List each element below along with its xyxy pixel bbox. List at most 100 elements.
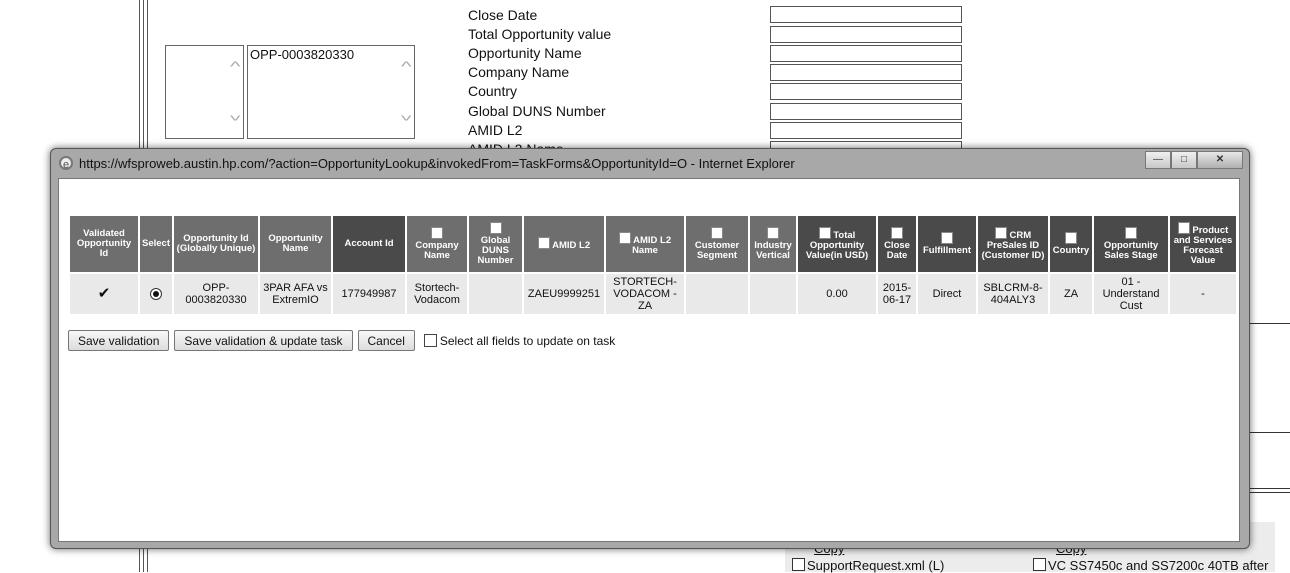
field-label: Close Date <box>468 7 538 23</box>
source-listbox[interactable]: ^ ^ <box>165 45 244 139</box>
header-label: AMID L2 <box>552 240 591 251</box>
opportunity-name-cell: 3PAR AFA vs ExtremIO <box>260 274 331 314</box>
select-all-checkbox[interactable] <box>423 334 437 347</box>
company-name-cell: Stortech-Vodacom <box>407 274 467 314</box>
amid-l2-cell: ZAEU9999251 <box>524 274 604 314</box>
attachment-item[interactable]: VC SS7450c and SS7200c 40TB after <box>1033 558 1268 573</box>
header-amid-l2[interactable]: AMID L2 <box>524 216 604 272</box>
amid-l2-name-cell: STORTECH-VODACOM - ZA <box>606 274 684 314</box>
header-label: Total Opportunity Value(in USD) <box>805 230 869 261</box>
table-header-row: Validated Opportunity Id Select Opportun… <box>70 216 1236 272</box>
field-label: Total Opportunity value <box>468 26 612 42</box>
divider <box>1248 488 1290 489</box>
cancel-button[interactable]: Cancel <box>357 330 415 351</box>
select-radio[interactable] <box>150 288 162 301</box>
save-and-update-button[interactable]: Save validation & update task <box>174 330 353 351</box>
selected-opportunity[interactable]: OPP-0003820330 <box>250 47 354 62</box>
minimize-icon[interactable]: — <box>1145 151 1171 169</box>
select-all-label[interactable]: Select all fields to update on task <box>440 334 615 348</box>
header-forecast-value[interactable]: Product and Services Forecast Value <box>1170 216 1236 272</box>
header-label: CRM PreSales ID (Customer ID) <box>981 230 1045 261</box>
field-label: Company Name <box>468 64 570 80</box>
country-cell: ZA <box>1050 274 1092 314</box>
segment-cell <box>686 274 748 314</box>
country-field[interactable] <box>770 83 962 100</box>
sales-stage-checkbox[interactable] <box>1125 227 1137 239</box>
attachment-checkbox[interactable] <box>792 558 805 571</box>
total-value-field[interactable] <box>770 26 962 43</box>
header-global-duns[interactable]: Global DUNS Number <box>469 216 522 272</box>
attachment-name: SupportRequest.xml (L) <box>807 558 945 573</box>
divider <box>1248 323 1290 324</box>
header-label: Country <box>1052 245 1090 256</box>
table-row: ✔ OPP-0003820330 3PAR AFA vs ExtremIO 17… <box>70 274 1236 314</box>
country-checkbox[interactable] <box>1065 232 1077 244</box>
vertical-checkbox[interactable] <box>767 227 779 239</box>
vertical-cell <box>750 274 796 314</box>
attachment-checkbox[interactable] <box>1033 558 1046 571</box>
selected-listbox[interactable]: OPP-0003820330 ^ ^ <box>247 45 415 139</box>
fulfillment-checkbox[interactable] <box>941 232 953 244</box>
window-titlebar[interactable]: e https://wfsproweb.austin.hp.com/?actio… <box>51 149 1249 177</box>
crm-id-checkbox[interactable] <box>994 227 1007 239</box>
header-close-date[interactable]: Close Date <box>878 216 916 272</box>
opportunity-table: Validated Opportunity Id Select Opportun… <box>68 214 1238 316</box>
company-name-field[interactable] <box>770 64 962 81</box>
header-industry-vertical[interactable]: Industry Vertical <box>750 216 796 272</box>
header-select: Select <box>140 216 172 272</box>
header-fulfillment[interactable]: Fulfillment <box>918 216 976 272</box>
company-name-checkbox[interactable] <box>431 227 443 239</box>
duns-field[interactable] <box>770 103 962 120</box>
action-bar: Save validation Save validation & update… <box>68 330 615 351</box>
maximize-icon[interactable]: □ <box>1171 151 1197 169</box>
close-date-field[interactable] <box>770 6 962 23</box>
total-value-checkbox[interactable] <box>818 227 831 239</box>
header-customer-segment[interactable]: Customer Segment <box>686 216 748 272</box>
scroll-up-icon[interactable]: ^ <box>230 58 241 74</box>
duns-checkbox[interactable] <box>489 222 502 234</box>
header-crm-presales-id[interactable]: CRM PreSales ID (Customer ID) <box>978 216 1048 272</box>
sales-stage-cell: 01 - Understand Cust <box>1094 274 1168 314</box>
select-cell[interactable] <box>140 274 172 314</box>
header-company-name[interactable]: Company Name <box>407 216 467 272</box>
field-label: Country <box>468 83 518 99</box>
lookup-popup-window: e https://wfsproweb.austin.hp.com/?actio… <box>50 148 1250 549</box>
amid-l2-field[interactable] <box>770 122 962 139</box>
header-amid-l2-name[interactable]: AMID L2 Name <box>606 216 684 272</box>
window-content: Validated Opportunity Id Select Opportun… <box>58 178 1240 542</box>
field-label: Global DUNS Number <box>468 103 606 119</box>
header-validated-id: Validated Opportunity Id <box>70 216 138 272</box>
opportunity-name-field[interactable] <box>770 45 962 62</box>
account-id-cell: 177949987 <box>333 274 405 314</box>
amid-l2-name-checkbox[interactable] <box>618 232 631 244</box>
header-total-value[interactable]: Total Opportunity Value(in USD) <box>798 216 876 272</box>
opportunity-id-cell: OPP-0003820330 <box>174 274 258 314</box>
save-validation-button[interactable]: Save validation <box>68 330 170 351</box>
attachment-name: VC SS7450c and SS7200c 40TB after <box>1048 558 1269 573</box>
close-date-cell: 2015-06-17 <box>878 274 916 314</box>
scroll-down-icon[interactable]: ^ <box>401 108 412 124</box>
divider <box>1248 432 1290 433</box>
close-icon[interactable]: ✕ <box>1197 151 1243 169</box>
scroll-up-icon[interactable]: ^ <box>401 58 412 74</box>
forecast-checkbox[interactable] <box>1177 222 1190 234</box>
scroll-down-icon[interactable]: ^ <box>230 108 241 124</box>
header-opportunity-id: Opportunity Id (Globally Unique) <box>174 216 258 272</box>
header-label: Close Date <box>884 240 910 261</box>
amid-l2-checkbox[interactable] <box>537 237 550 249</box>
header-label: Global DUNS Number <box>477 235 514 266</box>
duns-cell <box>469 274 522 314</box>
checkmark-icon: ✔ <box>97 284 111 302</box>
attachment-item[interactable]: SupportRequest.xml (L) <box>792 558 944 573</box>
forecast-cell: - <box>1170 274 1236 314</box>
internet-explorer-icon: e <box>59 156 73 171</box>
close-date-checkbox[interactable] <box>891 227 903 239</box>
header-sales-stage[interactable]: Opportunity Sales Stage <box>1094 216 1168 272</box>
divider <box>1248 492 1290 493</box>
header-opportunity-name: Opportunity Name <box>260 216 331 272</box>
crm-id-cell: SBLCRM-8-404ALY3 <box>978 274 1048 314</box>
segment-checkbox[interactable] <box>711 227 723 239</box>
header-label: Industry Vertical <box>754 240 792 261</box>
header-label: Opportunity Sales Stage <box>1103 240 1159 261</box>
header-country[interactable]: Country <box>1050 216 1092 272</box>
